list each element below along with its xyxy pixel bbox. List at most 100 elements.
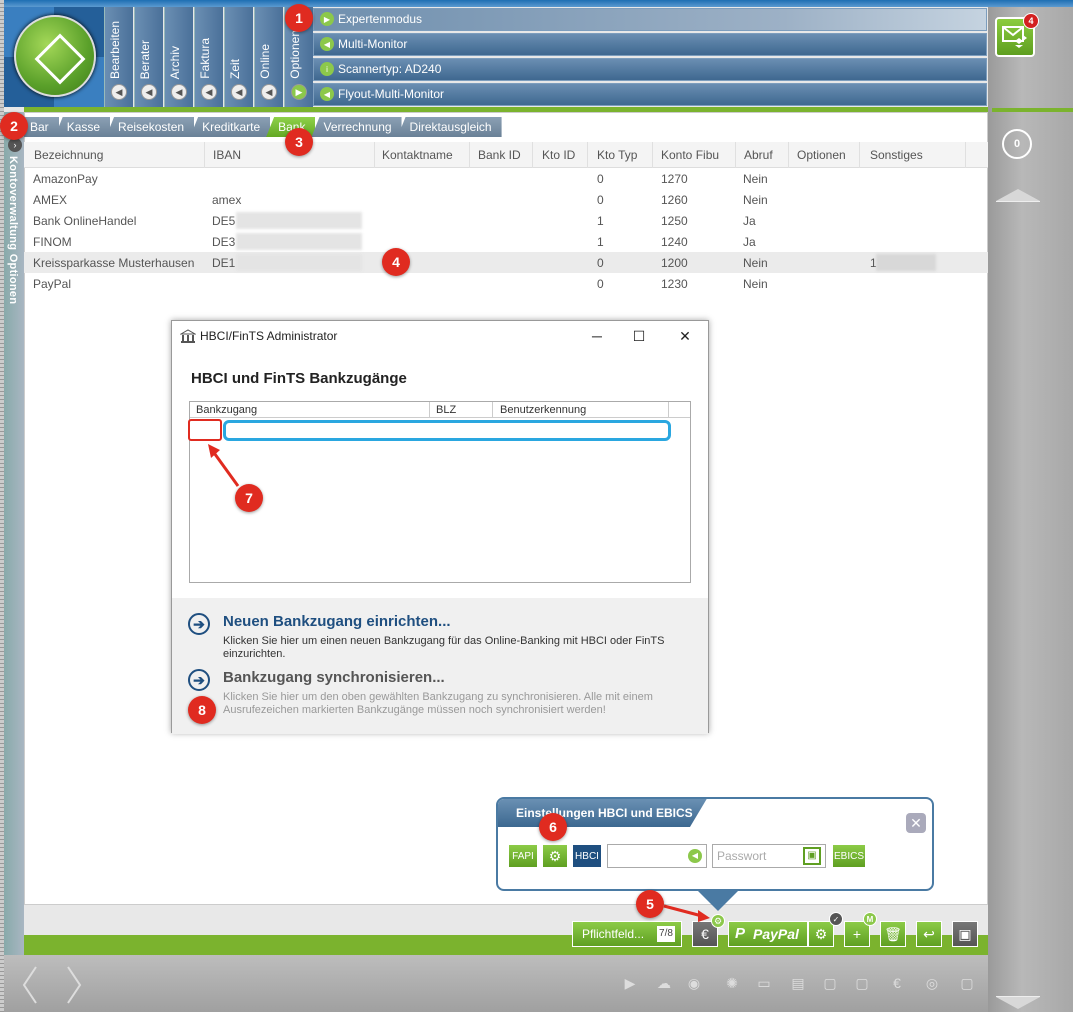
column-header[interactable]: IBAN xyxy=(213,148,241,162)
gears-button[interactable]: ⚙ xyxy=(542,844,568,868)
redacted-iban xyxy=(236,233,362,250)
paypal-label: PayPal xyxy=(753,926,799,942)
target-icon[interactable]: ◎ xyxy=(922,975,942,993)
cell-abruf: Nein xyxy=(743,172,768,186)
column-header[interactable]: Kto ID xyxy=(542,148,575,162)
document-icon[interactable]: ▤ xyxy=(788,975,808,993)
add-button[interactable]: + M xyxy=(844,912,877,947)
youtube-icon[interactable]: ▶ xyxy=(620,975,640,993)
side-panel[interactable]: › Kontoverwaltung Optionen xyxy=(4,112,24,955)
dialog-titlebar: HBCI/FinTS Administrator ─ ☐ ✕ xyxy=(172,321,708,351)
column-header[interactable]: Bankzugang xyxy=(196,404,257,416)
sync-bank-link[interactable]: Bankzugang synchronisieren... xyxy=(223,669,445,686)
euro-icon[interactable]: € xyxy=(887,975,907,993)
close-button[interactable]: ✕ xyxy=(670,326,700,346)
disk-icon[interactable]: ▢ xyxy=(820,975,840,993)
row-highlight[interactable] xyxy=(223,420,671,441)
marker-2: 2 xyxy=(0,112,28,140)
fapi-button[interactable]: FAPI xyxy=(508,844,538,868)
tab-reisekosten[interactable]: Reisekosten xyxy=(106,117,195,137)
table-row[interactable]: PayPal 0 1230 Nein xyxy=(24,273,988,294)
cell-iban: amex xyxy=(212,193,242,207)
ebics-button[interactable]: EBICS xyxy=(832,844,866,868)
scroll-down-icon[interactable] xyxy=(996,997,1040,1009)
column-header[interactable]: Konto Fibu xyxy=(661,148,719,162)
nav-tab-faktura[interactable]: Faktura ◀ xyxy=(194,7,223,107)
paypal-button[interactable]: P PayPal xyxy=(728,921,808,947)
new-bank-link[interactable]: Neuen Bankzugang einrichten... xyxy=(223,613,451,630)
column-header[interactable]: BLZ xyxy=(436,404,456,416)
cell-abruf: Nein xyxy=(743,256,768,270)
table-row[interactable]: Kreissparkasse Musterhausen DE1 0 1200 N… xyxy=(24,252,988,273)
bank-select[interactable]: ◀ xyxy=(607,844,707,868)
nav-tab-archiv[interactable]: Archiv ◀ xyxy=(164,7,193,107)
sync-bank-desc: Klicken Sie hier um den oben gewählten B… xyxy=(223,691,653,716)
column-header[interactable]: Kto Typ xyxy=(597,148,637,162)
next-page-icon[interactable] xyxy=(66,965,82,1005)
cloud-upload-icon[interactable]: ☁ xyxy=(654,975,674,993)
tab-kasse[interactable]: Kasse xyxy=(54,117,111,137)
euro-settings-button[interactable]: € ⚙ xyxy=(692,914,725,947)
lightbulb-icon[interactable]: ✺ xyxy=(722,975,742,993)
column-header[interactable]: Bank ID xyxy=(478,148,521,162)
hbci-settings-popover: Einstellungen HBCI und EBICS ✕ FAPI ⚙ HB… xyxy=(496,797,934,911)
right-counter[interactable]: 0 xyxy=(1002,129,1032,159)
scroll-up-icon[interactable] xyxy=(996,189,1040,201)
monitor-icon[interactable]: ▭ xyxy=(754,975,774,993)
nav-tab-zeit[interactable]: Zeit ◀ xyxy=(224,7,253,107)
image-icon[interactable]: ▢ xyxy=(852,975,872,993)
app-logo[interactable] xyxy=(4,7,104,107)
table-row[interactable]: AMEX amex 0 1260 Nein xyxy=(24,189,988,210)
password-field[interactable]: Passwort ▣ xyxy=(712,844,826,868)
menu-item-label: Multi-Monitor xyxy=(338,37,408,51)
save-button[interactable]: ▣ xyxy=(952,921,978,947)
maximize-button[interactable]: ☐ xyxy=(624,326,654,346)
pflichtfeld-button[interactable]: Pflichtfeld... 7/8 xyxy=(572,921,682,947)
table-row[interactable]: AmazonPay 0 1270 Nein xyxy=(24,168,988,189)
logo-circle xyxy=(14,15,96,97)
chevron-right-icon[interactable]: › xyxy=(8,138,22,152)
menu-item-scannertyp[interactable]: i Scannertyp: AD240 xyxy=(313,58,987,81)
bank-access-list[interactable]: Bankzugang BLZ Benutzerkennung xyxy=(188,401,691,583)
table-row[interactable]: FINOM DE3 1 1240 Ja xyxy=(24,231,988,252)
eye-icon[interactable]: ◉ xyxy=(684,975,704,993)
notification-button[interactable]: 4 xyxy=(995,13,1039,57)
minimize-button[interactable]: ─ xyxy=(582,326,612,346)
right-sidebar: 4 0 xyxy=(988,7,1073,1012)
menu-item-multi-monitor[interactable]: ◀ Multi-Monitor xyxy=(313,33,987,56)
table-row[interactable]: Bank OnlineHandel DE5 1 1250 Ja xyxy=(24,210,988,231)
settings-button[interactable]: ⚙ ✓ xyxy=(808,912,843,947)
nav-tab-berater[interactable]: Berater ◀ xyxy=(134,7,163,107)
nav-tab-label: Zeit xyxy=(228,58,242,79)
nav-tab-online[interactable]: Online ◀ xyxy=(254,7,283,107)
tab-verrechnung[interactable]: Verrechnung xyxy=(311,117,402,137)
window-icon[interactable]: ▢ xyxy=(957,975,977,993)
marker-8: 8 xyxy=(188,696,216,724)
undo-button[interactable]: ↩ xyxy=(916,921,942,947)
cell-konto-fibu: 1250 xyxy=(661,214,688,228)
menu-item-expertenmodus[interactable]: ▶ Expertenmodus xyxy=(313,8,987,31)
trash-icon: 🗑 xyxy=(884,925,902,942)
pflichtfeld-count: 7/8 xyxy=(657,926,675,942)
menu-item-label: Expertenmodus xyxy=(338,12,423,26)
right-green-line xyxy=(992,108,1073,112)
paypal-logo-icon: P xyxy=(735,925,746,942)
menu-item-flyout-multi-monitor[interactable]: ◀ Flyout-Multi-Monitor xyxy=(313,83,987,106)
tab-kreditkarte[interactable]: Kreditkarte xyxy=(190,117,271,137)
tab-direktausgleich[interactable]: Direktausgleich xyxy=(397,117,502,137)
popover-close-button[interactable]: ✕ xyxy=(906,813,926,833)
column-header[interactable]: Kontaktname xyxy=(382,148,453,162)
column-header[interactable]: Benutzerkennung xyxy=(500,404,586,416)
cell-abruf: Ja xyxy=(743,235,756,249)
column-header[interactable]: Bezeichnung xyxy=(34,148,103,162)
column-header[interactable]: Optionen xyxy=(797,148,846,162)
cell-abruf: Nein xyxy=(743,193,768,207)
nav-tab-bearbeiten[interactable]: Bearbeiten ◀ xyxy=(104,7,133,107)
save-icon[interactable]: ▣ xyxy=(803,847,821,865)
hbci-button[interactable]: HBCI xyxy=(572,844,602,868)
column-header[interactable]: Sonstiges xyxy=(870,148,923,162)
prev-page-icon[interactable] xyxy=(22,965,38,1005)
tab-bar-item[interactable]: Bar xyxy=(24,117,59,137)
column-header[interactable]: Abruf xyxy=(744,148,773,162)
delete-button[interactable]: 🗑 xyxy=(880,921,906,947)
